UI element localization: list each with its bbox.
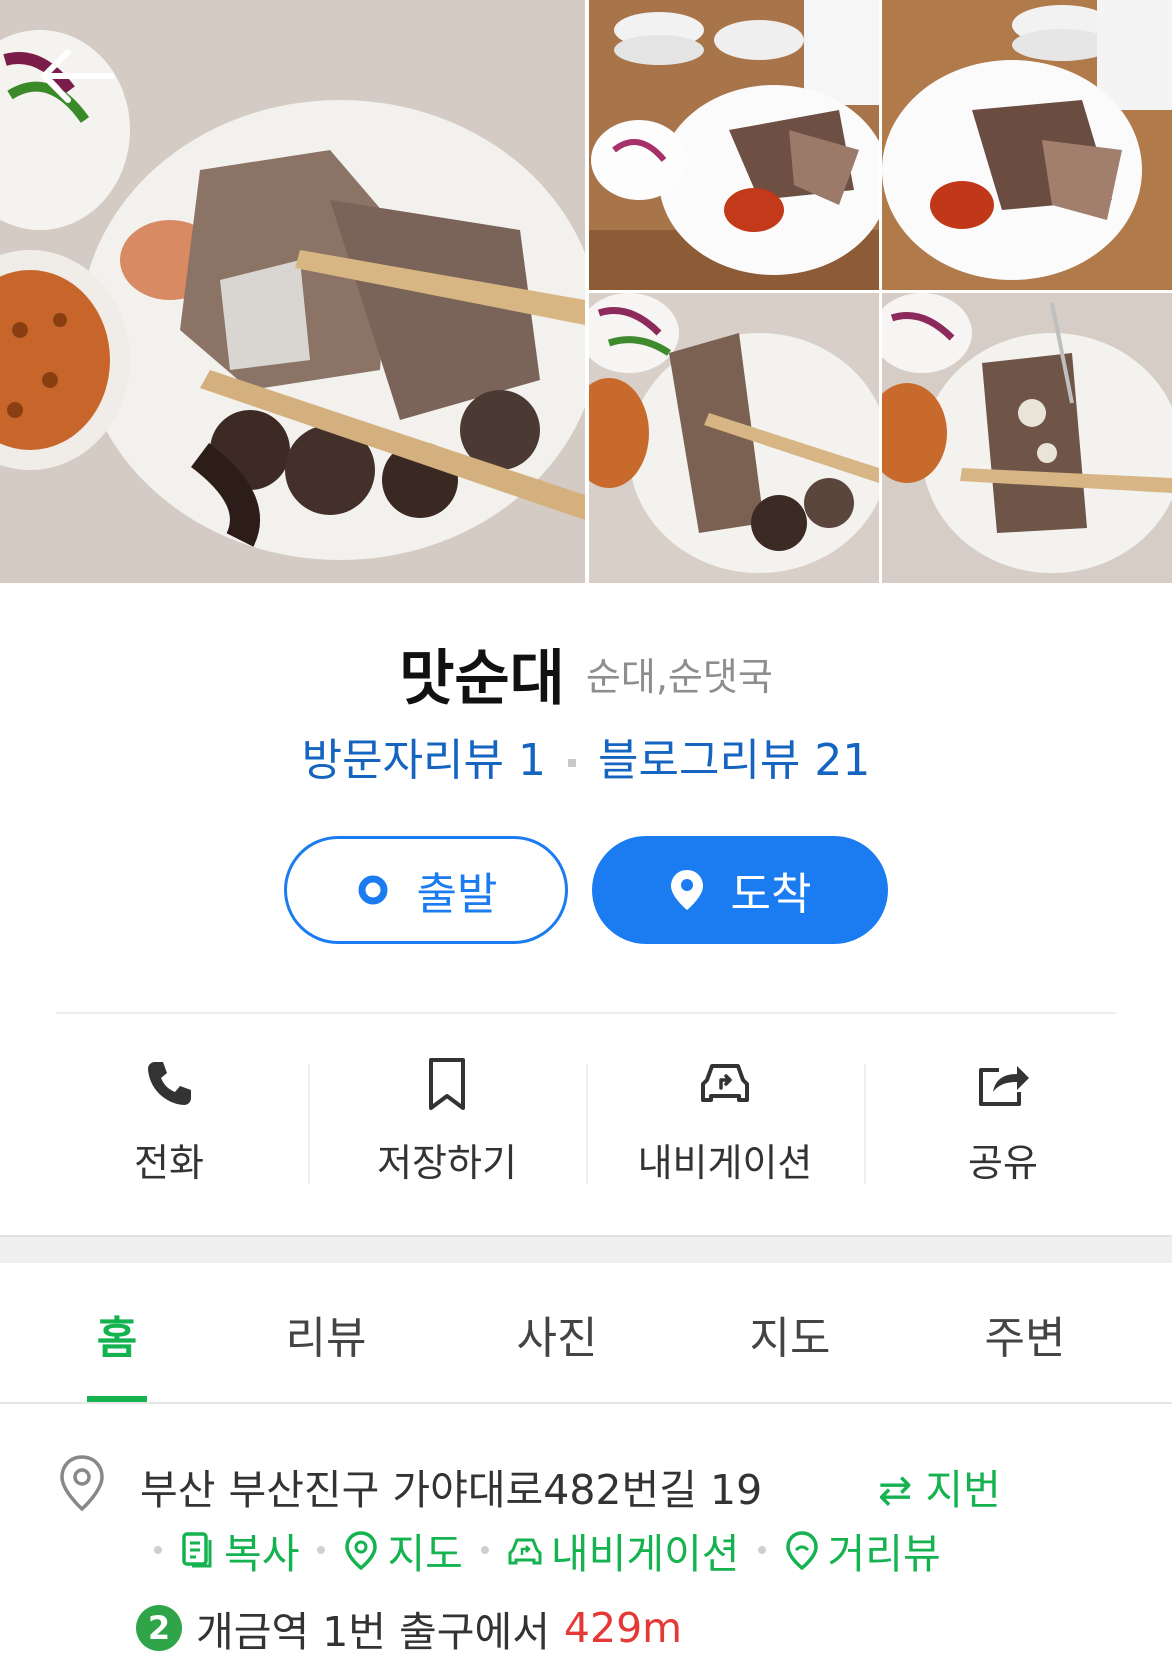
tab-home[interactable]: 홈 — [97, 1302, 137, 1366]
separator-dot — [480, 1546, 489, 1554]
map-pin-icon — [345, 1531, 378, 1570]
photo-thumbnail-1[interactable] — [589, 0, 879, 290]
section-spacer — [0, 1235, 1172, 1263]
jibun-toggle[interactable]: ⇄ 지번 — [878, 1456, 1001, 1516]
active-tab-indicator — [87, 1396, 147, 1402]
street-view-label: 거리뷰 — [827, 1530, 941, 1578]
visitor-review-link[interactable]: 방문자리뷰 1 — [302, 735, 546, 786]
photo-thumbnail-3[interactable] — [589, 293, 879, 583]
start-button-label: 출발 — [416, 869, 498, 920]
call-action[interactable]: 전화 — [30, 1050, 308, 1190]
save-label: 저장하기 — [377, 1141, 517, 1185]
place-category: 순대,순댓국 — [585, 655, 773, 699]
subway-info: 2 개금역 1번 출구에서 429m — [136, 1596, 682, 1660]
address-row: 부산 부산진구 가야대로482번길 19 ⇄ 지번 — [56, 1450, 1156, 1514]
subway-distance: 429m — [563, 1604, 683, 1652]
call-label: 전화 — [134, 1141, 204, 1185]
back-arrow-icon[interactable] — [38, 44, 118, 108]
subway-station-text: 개금역 1번 출구에서 — [196, 1608, 550, 1656]
navigation-label: 내비게이션 — [637, 1141, 813, 1185]
address-text: 부산 부산진구 가야대로482번길 19 — [140, 1466, 763, 1514]
tab-map[interactable]: 지도 — [750, 1302, 831, 1366]
save-action[interactable]: 저장하기 — [308, 1050, 586, 1190]
location-pin-icon — [60, 1455, 104, 1512]
navigation-link-label: 내비게이션 — [550, 1530, 740, 1578]
separator-dot — [757, 1546, 766, 1554]
arrive-button[interactable]: 도착 — [592, 836, 888, 944]
copy-link[interactable]: 복사 — [180, 1520, 299, 1580]
title-row: 맛순대 순대,순댓국 — [0, 630, 1172, 717]
divider — [56, 1012, 1116, 1014]
copy-label: 복사 — [224, 1530, 300, 1578]
separator-dot — [317, 1546, 326, 1554]
copy-icon — [182, 1532, 212, 1568]
start-button[interactable]: 출발 — [284, 836, 568, 944]
review-summary: 방문자리뷰 1 블로그리뷰 21 — [0, 724, 1172, 788]
navigation-action[interactable]: 내비게이션 — [586, 1050, 864, 1190]
share-icon — [975, 1056, 1031, 1112]
phone-icon — [141, 1056, 197, 1112]
share-action[interactable]: 공유 — [864, 1050, 1142, 1190]
place-name: 맛순대 — [399, 644, 565, 714]
photo-thumbnail-4[interactable] — [882, 293, 1172, 583]
tab-photo[interactable]: 사진 — [517, 1302, 598, 1366]
bookmark-icon — [419, 1056, 475, 1112]
subway-line-badge: 2 — [136, 1605, 182, 1651]
tab-review[interactable]: 리뷰 — [286, 1302, 367, 1366]
car-icon — [508, 1538, 542, 1565]
separator-dot — [568, 759, 576, 767]
photo-thumbnail-2[interactable] — [882, 0, 1172, 290]
start-point-icon — [358, 875, 388, 905]
map-label: 지도 — [387, 1530, 463, 1578]
address-actions: 복사 지도 내비게이션 거리뷰 — [136, 1518, 941, 1582]
map-link[interactable]: 지도 — [343, 1520, 463, 1580]
street-view-link[interactable]: 거리뷰 — [784, 1520, 941, 1580]
tab-nearby[interactable]: 주변 — [985, 1302, 1066, 1366]
separator-dot — [154, 1546, 162, 1554]
navigation-link[interactable]: 내비게이션 — [507, 1520, 740, 1580]
photo-gallery — [0, 0, 1172, 583]
blog-review-link[interactable]: 블로그리뷰 21 — [598, 735, 870, 786]
arrive-button-label: 도착 — [730, 869, 812, 920]
action-bar: 전화 저장하기 내비게이션 공유 — [30, 1050, 1142, 1190]
tab-bar: 홈 리뷰 사진 지도 주변 — [0, 1262, 1172, 1404]
car-icon — [697, 1056, 753, 1112]
location-pin-icon — [670, 870, 703, 910]
street-view-icon — [785, 1531, 818, 1570]
share-label: 공유 — [968, 1141, 1038, 1185]
